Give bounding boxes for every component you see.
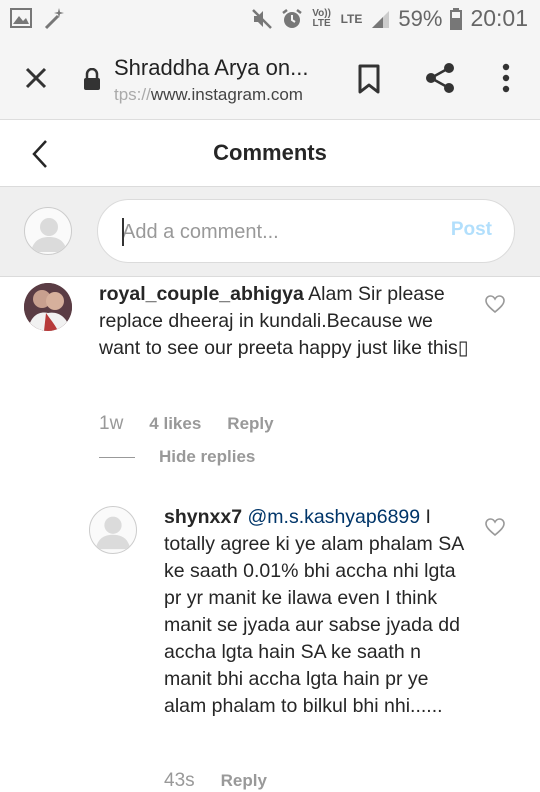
avatar: [24, 207, 72, 255]
mute-icon: [251, 8, 272, 29]
comment-composer: Post: [0, 187, 540, 277]
comment-likes[interactable]: 4 likes: [149, 414, 201, 434]
comments-header: Comments: [0, 121, 540, 187]
lock-icon: [84, 68, 100, 90]
text-caret: [122, 218, 124, 246]
avatar[interactable]: [24, 283, 72, 331]
reply-button[interactable]: Reply: [227, 414, 273, 434]
comment-reply-item: shynxx7 @m.s.kashyap6899 I totally agree…: [0, 500, 540, 792]
bookmark-icon[interactable]: [354, 62, 384, 96]
comment-item: royal_couple_abhigya Alam Sir please rep…: [0, 277, 540, 477]
comment-time: 1w: [99, 413, 124, 434]
lte-indicator: LTE: [340, 11, 363, 26]
reply-button[interactable]: Reply: [221, 771, 267, 791]
post-button[interactable]: Post: [451, 219, 492, 241]
battery-icon: [450, 7, 463, 30]
share-icon[interactable]: [422, 60, 458, 96]
comment-input-wrapper: Post: [97, 199, 515, 263]
clock: 20:01: [470, 5, 528, 31]
page-heading: Comments: [213, 140, 327, 165]
signal-icon: [372, 10, 390, 28]
avatar-photo: [24, 283, 72, 331]
more-vert-icon[interactable]: [496, 60, 516, 96]
page-url[interactable]: tps://www.instagram.com: [114, 85, 303, 105]
comment-body: royal_couple_abhigya Alam Sir please rep…: [99, 281, 469, 362]
comment-meta: 43s Reply: [164, 770, 267, 792]
comment-input[interactable]: [122, 218, 422, 246]
close-icon[interactable]: [20, 62, 52, 94]
browser-toolbar: Shraddha Arya on... tps://www.instagram.…: [0, 36, 540, 120]
comment-username[interactable]: shynxx7: [164, 506, 242, 528]
status-bar: Vo)) LTE LTE 59% 20:01: [0, 0, 540, 36]
battery-percent: 59%: [398, 5, 443, 31]
default-avatar-icon: [95, 516, 131, 550]
hide-replies-button[interactable]: Hide replies: [99, 447, 255, 467]
heart-icon[interactable]: [484, 293, 506, 315]
divider: [99, 456, 135, 458]
comment-time: 43s: [164, 770, 195, 791]
image-icon: [10, 8, 32, 28]
alarm-icon: [281, 8, 302, 28]
avatar[interactable]: [89, 506, 137, 554]
comment-meta: 1w 4 likes Reply: [99, 413, 274, 435]
comment-body: shynxx7 @m.s.kashyap6899 I totally agree…: [164, 504, 464, 720]
heart-icon[interactable]: [484, 516, 506, 538]
url-host: www.instagram.com: [150, 85, 303, 104]
comment-text: I totally agree ki ye alam phalam SA ke …: [164, 506, 464, 717]
page-title: Shraddha Arya on...: [114, 55, 309, 80]
url-scheme: tps://: [114, 85, 151, 104]
comment-username[interactable]: royal_couple_abhigya: [99, 283, 304, 305]
default-avatar-icon: [31, 218, 67, 252]
magic-wand-icon: [44, 8, 64, 30]
volte-indicator: Vo)) LTE: [312, 7, 331, 29]
hide-replies-label: Hide replies: [159, 447, 256, 466]
comment-mention[interactable]: @m.s.kashyap6899: [247, 506, 420, 528]
